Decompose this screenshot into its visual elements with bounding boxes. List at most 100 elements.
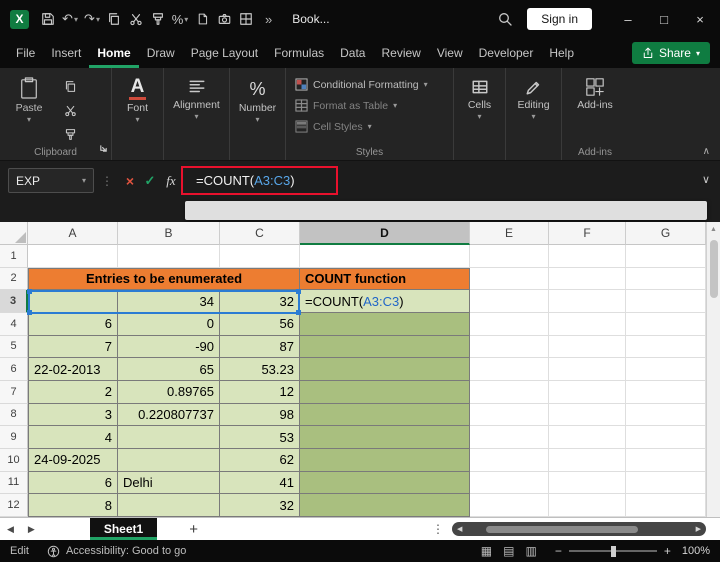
cell-B5[interactable]: -90: [118, 335, 220, 359]
camera-button[interactable]: [213, 7, 235, 31]
row-header-5[interactable]: 5: [0, 335, 28, 359]
cell[interactable]: [470, 380, 549, 404]
zoom-in-button[interactable]: +: [664, 544, 671, 558]
row-header-2[interactable]: 2: [0, 267, 28, 291]
cell[interactable]: [549, 267, 626, 291]
maximize-button[interactable]: □: [646, 0, 682, 38]
cell-D4[interactable]: [300, 312, 470, 336]
tab-data[interactable]: Data: [332, 38, 373, 68]
cell-C9[interactable]: 53: [220, 426, 300, 449]
cell[interactable]: [626, 380, 706, 404]
cell-C5[interactable]: 87: [220, 335, 300, 359]
cut-button[interactable]: [125, 7, 147, 31]
cell-C6[interactable]: 53.23: [220, 358, 300, 381]
cell-B12[interactable]: [118, 494, 220, 517]
new-sheet-button[interactable]: +: [189, 521, 198, 538]
cell[interactable]: [220, 245, 300, 268]
cell-C10[interactable]: 62: [220, 448, 300, 472]
cell-A6[interactable]: 22-02-2013: [28, 358, 118, 381]
cell[interactable]: [549, 290, 626, 313]
row-header-6[interactable]: 6: [0, 358, 28, 381]
tab-formulas[interactable]: Formulas: [266, 38, 332, 68]
collapse-ribbon-button[interactable]: ∧: [703, 146, 710, 157]
col-header-D[interactable]: D: [300, 222, 470, 245]
cell-D11[interactable]: [300, 471, 470, 495]
col-header-E[interactable]: E: [470, 222, 549, 245]
cell[interactable]: [549, 245, 626, 268]
toolbar-overflow-button[interactable]: »: [265, 12, 272, 27]
row-header-8[interactable]: 8: [0, 403, 28, 427]
cell[interactable]: [549, 471, 626, 495]
cell-D7[interactable]: [300, 380, 470, 404]
vertical-scrollbar-thumb[interactable]: [709, 240, 718, 298]
cell[interactable]: [470, 471, 549, 495]
col-header-G[interactable]: G: [626, 222, 706, 245]
cell-B6[interactable]: 65: [118, 358, 220, 381]
cell-D2[interactable]: COUNT function: [300, 267, 470, 291]
cell[interactable]: [470, 312, 549, 336]
cells-group-button[interactable]: Cells ▾: [460, 74, 499, 121]
cell-A2-merged[interactable]: Entries to be enumerated: [28, 267, 300, 291]
row-header-4[interactable]: 4: [0, 312, 28, 336]
font-group-button[interactable]: A Font ▾: [118, 74, 157, 124]
formula-input[interactable]: =COUNT(A3:C3): [196, 173, 295, 188]
cell-B9[interactable]: [118, 426, 220, 449]
cell[interactable]: [626, 426, 706, 449]
clipboard-dialog-launcher[interactable]: [99, 140, 108, 158]
confirm-entry-button[interactable]: ✓: [140, 173, 160, 189]
cell-C11[interactable]: 41: [220, 471, 300, 495]
tab-insert[interactable]: Insert: [43, 38, 89, 68]
tab-view[interactable]: View: [429, 38, 471, 68]
tab-file[interactable]: File: [8, 38, 43, 68]
cell[interactable]: [549, 335, 626, 359]
tab-help[interactable]: Help: [541, 38, 582, 68]
tab-developer[interactable]: Developer: [471, 38, 542, 68]
vertical-scrollbar[interactable]: ▲: [706, 222, 720, 517]
cell[interactable]: [470, 426, 549, 449]
cell-B10[interactable]: [118, 448, 220, 472]
cell-C3[interactable]: 32: [220, 290, 300, 313]
cell[interactable]: [549, 380, 626, 404]
copy-button[interactable]: [103, 7, 125, 31]
next-sheet-button[interactable]: ▶: [21, 524, 42, 535]
cell-D8[interactable]: [300, 403, 470, 427]
row-header-7[interactable]: 7: [0, 380, 28, 404]
cell-D12[interactable]: [300, 494, 470, 517]
cell[interactable]: [626, 403, 706, 427]
cell-D3-active[interactable]: =COUNT(A3:C3): [300, 290, 470, 313]
cell-A10[interactable]: 24-09-2025: [28, 448, 118, 472]
page-layout-view-button[interactable]: ▤: [503, 544, 514, 558]
new-document-button[interactable]: [191, 7, 213, 31]
cell[interactable]: [470, 403, 549, 427]
cell[interactable]: [626, 312, 706, 336]
cell[interactable]: [549, 448, 626, 472]
row-header-12[interactable]: 12: [0, 494, 28, 517]
sign-in-button[interactable]: Sign in: [527, 8, 592, 30]
horizontal-scrollbar-thumb[interactable]: [486, 525, 638, 533]
col-header-C[interactable]: C: [220, 222, 300, 245]
cell-C4[interactable]: 56: [220, 312, 300, 336]
editing-group-button[interactable]: Editing ▾: [512, 74, 555, 121]
zoom-out-button[interactable]: −: [555, 544, 562, 558]
share-button[interactable]: Share ▾: [631, 42, 710, 64]
cell[interactable]: [549, 358, 626, 381]
sheet-options-icon[interactable]: ⋮: [432, 522, 444, 536]
borders-button[interactable]: [235, 7, 257, 31]
cell-A9[interactable]: 4: [28, 426, 118, 449]
cell-D5[interactable]: [300, 335, 470, 359]
cell[interactable]: [626, 471, 706, 495]
accessibility-status[interactable]: Accessibility: Good to go: [66, 545, 186, 557]
cell-B7[interactable]: 0.89765: [118, 380, 220, 404]
cell-A4[interactable]: 6: [28, 312, 118, 336]
normal-view-button[interactable]: ▦: [481, 544, 492, 558]
alignment-group-button[interactable]: Alignment ▾: [170, 74, 223, 121]
cell-C7[interactable]: 12: [220, 380, 300, 404]
cell[interactable]: [470, 358, 549, 381]
cell-B3[interactable]: 34: [118, 290, 220, 313]
cell[interactable]: [470, 267, 549, 291]
cell-A12[interactable]: 8: [28, 494, 118, 517]
tab-page-layout[interactable]: Page Layout: [183, 38, 266, 68]
name-box[interactable]: EXP ▾: [8, 168, 94, 193]
number-group-button[interactable]: % Number ▾: [236, 74, 279, 124]
cell-D9[interactable]: [300, 426, 470, 449]
